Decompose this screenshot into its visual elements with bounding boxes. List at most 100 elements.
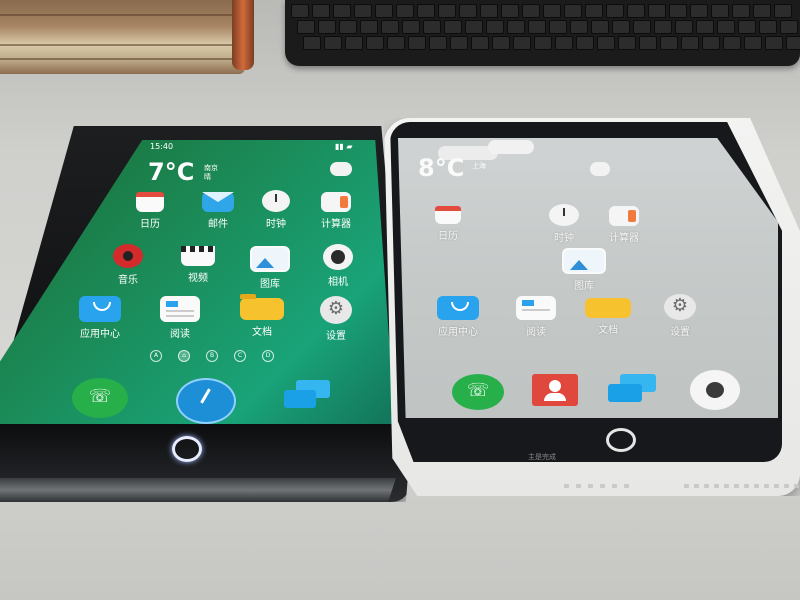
app-clock[interactable]: 时钟 (246, 190, 306, 230)
keyboard-key (429, 36, 447, 50)
keyboard-key (753, 4, 771, 18)
keyboard-key (543, 4, 561, 18)
speaker-hole (774, 484, 779, 488)
phone-icon[interactable]: ☏ (452, 374, 504, 410)
app-center-icon (437, 296, 479, 320)
speaker-hole (588, 484, 593, 488)
speaker-hole (714, 484, 719, 488)
app-settings[interactable]: ⚙ 设置 (650, 294, 710, 338)
keyboard-key (780, 20, 798, 34)
weather-temperature: 8°C (418, 154, 465, 182)
keyboard-key (459, 4, 477, 18)
browser-icon[interactable] (176, 378, 236, 424)
clock-icon (262, 190, 290, 212)
keyboard-key (534, 36, 552, 50)
keyboard-key (765, 36, 783, 50)
app-calendar[interactable]: 日历 (120, 192, 180, 230)
keyboard-key (396, 4, 414, 18)
speaker-hole (784, 484, 789, 488)
keyboard-key (585, 4, 603, 18)
app-app-center[interactable]: 应用中心 (428, 296, 488, 338)
weather-city: 南京 晴 (204, 164, 218, 181)
keyboard-key (471, 36, 489, 50)
keyboard-key (669, 4, 687, 18)
app-app-center[interactable]: 应用中心 (70, 296, 130, 340)
keyboard-key (528, 20, 546, 34)
page-indicator-c[interactable]: C (234, 350, 246, 362)
weather-city: 上海 (472, 162, 486, 170)
keyboard-key (402, 20, 420, 34)
app-calendar[interactable]: 日历 (418, 206, 478, 242)
app-documents[interactable]: 文档 (578, 298, 638, 336)
gallery-icon (562, 248, 606, 274)
keyboard-key (648, 4, 666, 18)
contacts-icon[interactable] (532, 374, 578, 406)
app-calculator[interactable]: 计算器 (306, 192, 366, 230)
app-clock[interactable]: 时钟 (534, 204, 594, 244)
keyboard-key (570, 20, 588, 34)
keyboard-key (318, 20, 336, 34)
app-music[interactable]: 音乐 (98, 244, 158, 286)
keyboard-key (507, 20, 525, 34)
keyboard-key (354, 4, 372, 18)
keyboard-key (591, 20, 609, 34)
keyboard-key (465, 20, 483, 34)
keyboard-key (492, 36, 510, 50)
app-reader[interactable]: 阅读 (150, 296, 210, 340)
page-indicator-a[interactable]: A (150, 350, 162, 362)
camera-icon (323, 244, 353, 270)
right-home-button[interactable] (606, 428, 636, 452)
left-phone-metal-rim (0, 478, 396, 502)
page-indicator-b[interactable]: B (206, 350, 218, 362)
left-home-button[interactable] (172, 436, 202, 462)
keyboard-key (654, 20, 672, 34)
app-mail[interactable]: 邮件 (188, 192, 248, 230)
camera-icon[interactable] (690, 370, 740, 410)
keyboard-key (639, 36, 657, 50)
app-settings[interactable]: ⚙ 设置 (306, 296, 366, 342)
right-phone: 8°C 上海 日历 时钟 计算器 图库 应用中心 阅读 文档 ⚙ 设置 ☏ 主是… (384, 118, 800, 496)
left-phone: 15:40 ▮▮ ▰ 7°C 南京 晴 日历 邮件 时钟 计算器 音乐 视频 图… (0, 126, 410, 502)
app-documents[interactable]: 文档 (232, 294, 292, 338)
keyboard-key (660, 36, 678, 50)
keyboard-key (366, 36, 384, 50)
speaker-hole (724, 484, 729, 488)
right-phone-screen[interactable]: 8°C 上海 日历 时钟 计算器 图库 应用中心 阅读 文档 ⚙ 设置 ☏ (398, 138, 778, 418)
app-camera[interactable]: 相机 (308, 244, 368, 288)
keyboard-key (501, 4, 519, 18)
keyboard-key (381, 20, 399, 34)
speaker-hole (794, 484, 799, 488)
keyboard-key (423, 20, 441, 34)
keyboard-key (576, 36, 594, 50)
app-video[interactable]: 视频 (168, 246, 228, 284)
weather-temperature: 7°C (148, 158, 195, 186)
page-indicator-home[interactable]: ⌂ (178, 350, 190, 362)
keyboard-key (513, 36, 531, 50)
phone-icon[interactable]: ☏ (72, 378, 128, 418)
speaker-hole (764, 484, 769, 488)
keyboard-key (759, 20, 777, 34)
app-gallery[interactable]: 图库 (240, 246, 300, 290)
keyboard-key (774, 4, 792, 18)
page-indicator-d[interactable]: D (262, 350, 274, 362)
app-gallery[interactable]: 图库 (554, 248, 614, 292)
settings-icon: ⚙ (320, 296, 352, 324)
app-calculator[interactable]: 计算器 (594, 206, 654, 244)
keyboard-key (711, 4, 729, 18)
messages-icon[interactable] (608, 374, 658, 406)
keyboard-key (360, 20, 378, 34)
messages-icon[interactable] (284, 380, 332, 410)
speaker-hole (624, 484, 629, 488)
calendar-icon (136, 192, 164, 212)
keyboard-key (738, 20, 756, 34)
keyboard-key (486, 20, 504, 34)
keyboard-key (444, 20, 462, 34)
keyboard-key (597, 36, 615, 50)
keyboard-key (696, 20, 714, 34)
keyboard-key (723, 36, 741, 50)
photo-scene: 15:40 ▮▮ ▰ 7°C 南京 晴 日历 邮件 时钟 计算器 音乐 视频 图… (0, 0, 800, 600)
app-reader[interactable]: 阅读 (506, 296, 566, 338)
gallery-icon (250, 246, 290, 272)
status-time: 15:40 (150, 142, 174, 151)
keyboard-key (339, 20, 357, 34)
